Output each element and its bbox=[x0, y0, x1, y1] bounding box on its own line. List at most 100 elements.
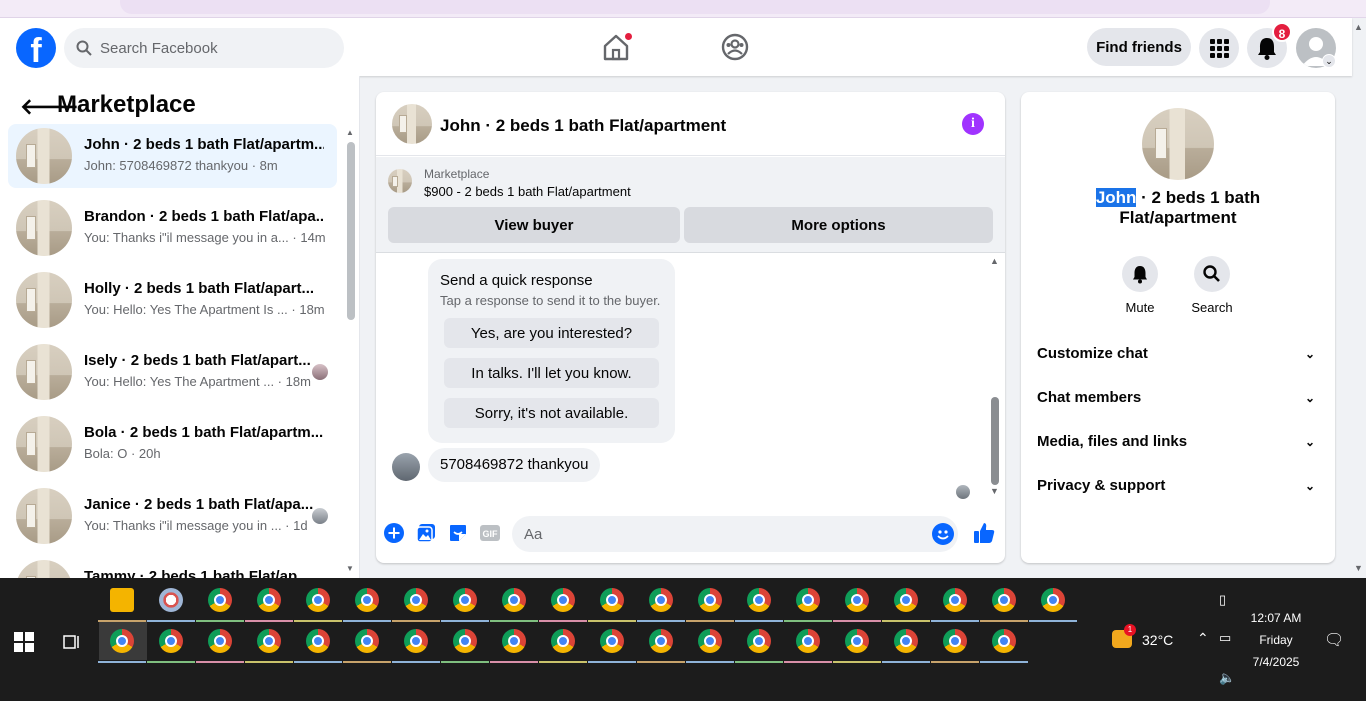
chrome-icon[interactable] bbox=[600, 629, 624, 653]
search-bar[interactable] bbox=[64, 28, 344, 68]
clock-time[interactable]: 12:07 AM bbox=[1236, 611, 1316, 625]
chrome-icon[interactable] bbox=[845, 629, 869, 653]
chrome-icon[interactable] bbox=[257, 629, 281, 653]
chat-title[interactable]: John · 2 beds 1 bath Flat/apartment bbox=[440, 116, 726, 136]
chrome-icon[interactable] bbox=[306, 588, 330, 612]
chrome-icon[interactable] bbox=[453, 629, 477, 653]
chrome-icon[interactable] bbox=[894, 588, 918, 612]
sender-avatar[interactable] bbox=[392, 453, 420, 481]
listing-avatar-large[interactable] bbox=[1142, 108, 1214, 180]
plus-circle-icon[interactable] bbox=[384, 523, 404, 543]
volume-icon[interactable]: 🔈 bbox=[1219, 670, 1235, 686]
conversation-item[interactable]: Janice · 2 beds 1 bath Flat/apa... You: T… bbox=[8, 484, 337, 548]
thumbs-up-icon[interactable] bbox=[972, 521, 996, 545]
chrome-icon[interactable] bbox=[992, 629, 1016, 653]
quick-reply-button[interactable]: In talks. I'll let you know. bbox=[444, 358, 659, 388]
clock-date[interactable]: 7/4/2025 bbox=[1236, 655, 1316, 669]
message-input[interactable] bbox=[512, 516, 958, 552]
task-view-icon[interactable] bbox=[62, 632, 82, 652]
chrome-icon[interactable] bbox=[208, 588, 232, 612]
chrome-icon[interactable] bbox=[600, 588, 624, 612]
chrome-icon[interactable] bbox=[894, 629, 918, 653]
chrome-icon[interactable] bbox=[747, 588, 771, 612]
chrome-icon[interactable] bbox=[943, 588, 967, 612]
photo-icon[interactable] bbox=[416, 523, 436, 543]
chrome-icon[interactable] bbox=[796, 629, 820, 653]
chrome-icon[interactable] bbox=[649, 629, 673, 653]
conversation-item[interactable]: John · 2 beds 1 bath Flat/apartm... John:… bbox=[8, 124, 337, 188]
conversation-item[interactable]: Brandon · 2 beds 1 bath Flat/apa... You: … bbox=[8, 196, 337, 260]
conversation-item[interactable]: Tammy · 2 beds 1 bath Flat/ap... bbox=[8, 556, 337, 578]
chat-members-section[interactable]: Chat members ⌄ bbox=[1037, 378, 1319, 418]
info-icon[interactable]: i bbox=[962, 113, 984, 135]
chrome-icon[interactable] bbox=[943, 629, 967, 653]
chrome-icon[interactable] bbox=[992, 588, 1016, 612]
chrome-icon[interactable] bbox=[796, 588, 820, 612]
chrome-icon[interactable] bbox=[551, 629, 575, 653]
chevron-down-icon[interactable]: ⌄ bbox=[1322, 54, 1336, 68]
sidebar-scrollbar[interactable] bbox=[347, 142, 355, 320]
listing-thumbnail[interactable] bbox=[392, 104, 432, 144]
gif-icon[interactable]: GIF bbox=[480, 523, 500, 543]
chrome-icon[interactable] bbox=[551, 588, 575, 612]
file-explorer-icon[interactable] bbox=[110, 588, 134, 612]
quick-reply-button[interactable]: Sorry, it's not available. bbox=[444, 398, 659, 428]
chrome-icon[interactable] bbox=[208, 629, 232, 653]
chrome-icon[interactable] bbox=[355, 588, 379, 612]
page-scroll-down-arrow[interactable]: ▼ bbox=[1354, 563, 1363, 573]
view-buyer-button[interactable]: View buyer bbox=[388, 207, 680, 243]
conversation-item[interactable]: Bola · 2 beds 1 bath Flat/apartm... Bola:… bbox=[8, 412, 337, 476]
chrome-icon[interactable] bbox=[159, 629, 183, 653]
chrome-icon[interactable] bbox=[502, 588, 526, 612]
chrome-icon[interactable] bbox=[1041, 588, 1065, 612]
scroll-down-arrow[interactable]: ▼ bbox=[346, 564, 354, 573]
scroll-down-arrow[interactable]: ▼ bbox=[990, 486, 999, 496]
find-friends-button[interactable]: Find friends bbox=[1087, 28, 1191, 66]
device-icon[interactable]: ▯ bbox=[1219, 592, 1226, 608]
weather-widget[interactable]: 1 32°C bbox=[1112, 624, 1182, 652]
scroll-up-arrow[interactable]: ▲ bbox=[990, 256, 999, 266]
search-input[interactable] bbox=[100, 28, 330, 68]
message-bubble[interactable]: 5708469872 thankyou bbox=[428, 448, 601, 482]
chrome-icon[interactable] bbox=[257, 588, 281, 612]
chrome-icon[interactable] bbox=[502, 629, 526, 653]
media-files-links-section[interactable]: Media, files and links ⌄ bbox=[1037, 422, 1319, 462]
customize-chat-section[interactable]: Customize chat ⌄ bbox=[1037, 334, 1319, 374]
chrome-icon[interactable] bbox=[404, 629, 428, 653]
scroll-up-arrow[interactable]: ▲ bbox=[346, 128, 354, 137]
chrome-icon[interactable] bbox=[355, 629, 379, 653]
search-action[interactable]: Search bbox=[1182, 256, 1242, 315]
emoji-icon[interactable] bbox=[932, 523, 954, 545]
paint-app-icon[interactable] bbox=[159, 588, 183, 612]
running-app-indicator bbox=[931, 661, 979, 663]
listing-price-title[interactable]: $900 - 2 beds 1 bath Flat/apartment bbox=[424, 184, 631, 199]
conversation-item[interactable]: Isely · 2 beds 1 bath Flat/apart... You: … bbox=[8, 340, 337, 404]
chrome-icon[interactable] bbox=[698, 629, 722, 653]
address-bar[interactable] bbox=[120, 0, 1270, 14]
chrome-icon[interactable] bbox=[698, 588, 722, 612]
clock-day[interactable]: Friday bbox=[1236, 633, 1316, 647]
menu-button[interactable] bbox=[1199, 28, 1239, 68]
chrome-icon[interactable] bbox=[747, 629, 771, 653]
network-icon[interactable]: ▭ bbox=[1219, 630, 1231, 646]
chrome-icon[interactable] bbox=[453, 588, 477, 612]
chrome-icon[interactable] bbox=[404, 588, 428, 612]
conversation-item[interactable]: Holly · 2 beds 1 bath Flat/apart... You: … bbox=[8, 268, 337, 332]
chrome-icon[interactable] bbox=[845, 588, 869, 612]
groups-icon[interactable] bbox=[720, 32, 750, 62]
chrome-icon[interactable] bbox=[110, 629, 134, 653]
more-options-button[interactable]: More options bbox=[684, 207, 993, 243]
chrome-icon[interactable] bbox=[306, 629, 330, 653]
chat-scrollbar[interactable] bbox=[991, 397, 999, 485]
chevron-up-icon[interactable]: ⌃ bbox=[1197, 630, 1209, 647]
windows-start-icon[interactable] bbox=[14, 632, 34, 652]
notifications-center-icon[interactable]: 🗨 bbox=[1324, 630, 1344, 650]
sticker-icon[interactable] bbox=[448, 523, 468, 543]
listing-thumbnail-small[interactable] bbox=[388, 169, 412, 193]
facebook-logo[interactable]: f bbox=[16, 28, 56, 68]
page-scroll-up-arrow[interactable]: ▲ bbox=[1354, 22, 1363, 32]
quick-reply-button[interactable]: Yes, are you interested? bbox=[444, 318, 659, 348]
chrome-icon[interactable] bbox=[649, 588, 673, 612]
mute-action[interactable]: Mute bbox=[1110, 256, 1170, 315]
privacy-support-section[interactable]: Privacy & support ⌄ bbox=[1037, 466, 1319, 506]
